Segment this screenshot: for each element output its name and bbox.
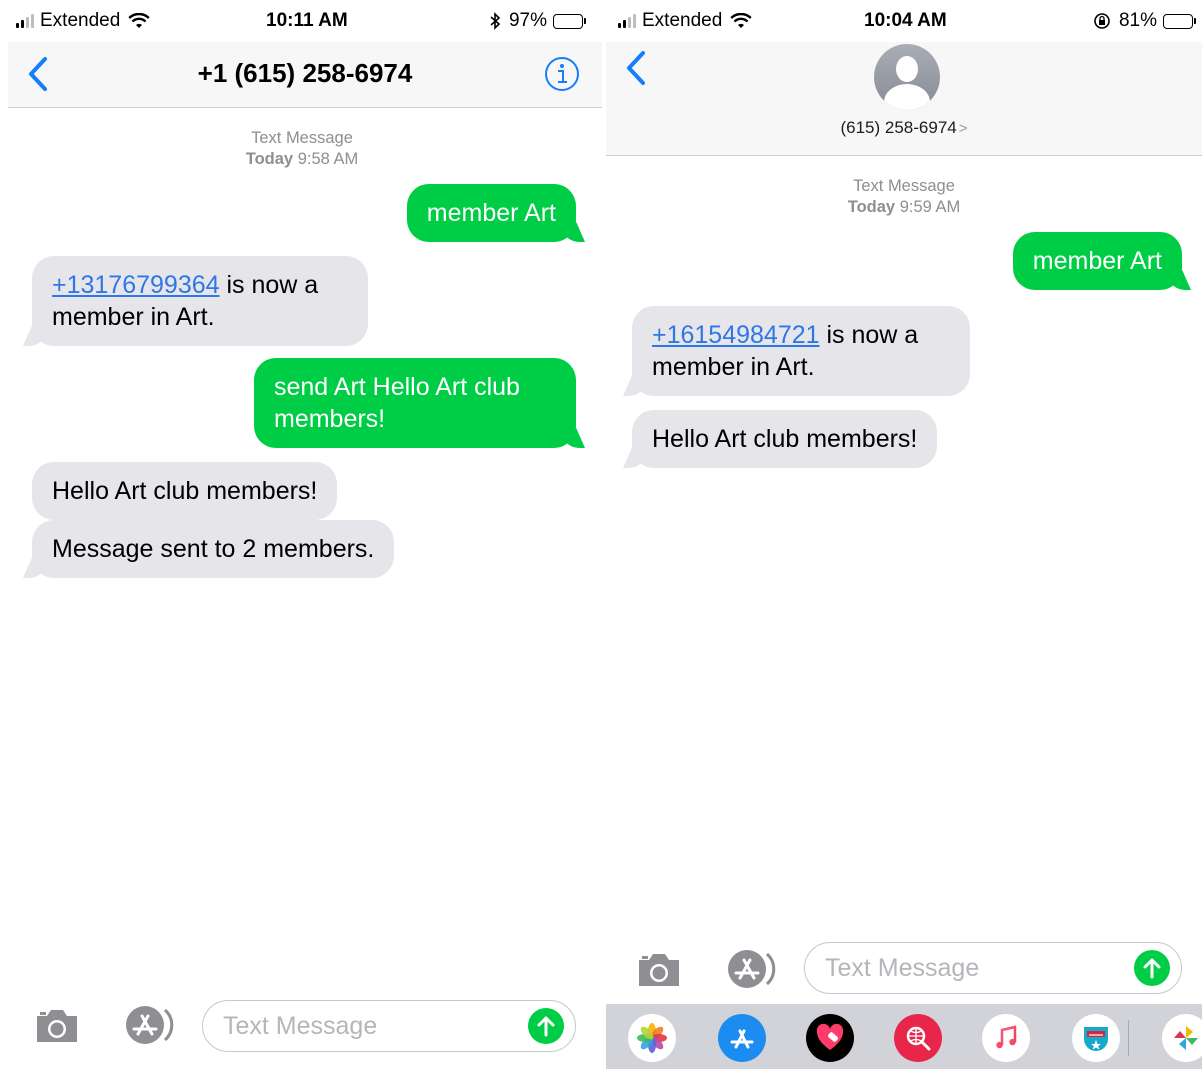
sent-message-bubble[interactable]: member Art: [406, 184, 576, 242]
info-icon[interactable]: [544, 56, 580, 92]
thread-timestamp: Text Message Today 9:58 AM: [0, 128, 604, 170]
timestamp-day: Today: [847, 198, 896, 216]
received-message-bubble[interactable]: Hello Art club members!: [632, 410, 938, 468]
sent-message-bubble[interactable]: member Art: [1012, 232, 1182, 290]
phone-number-link[interactable]: +16154984721: [652, 321, 820, 349]
send-button[interactable]: [528, 1008, 564, 1044]
web-search-icon[interactable]: [894, 1014, 942, 1062]
carrier-name: Extended: [642, 10, 723, 31]
status-time: 10:11 AM: [266, 10, 348, 31]
battery-percentage: 81%: [1118, 10, 1157, 31]
app-store-icon[interactable]: [720, 948, 778, 990]
orientation-lock-icon: [1094, 13, 1110, 29]
app-store-icon[interactable]: [718, 1014, 766, 1062]
message-composer: [0, 998, 604, 1058]
chevron-right-icon: >: [958, 120, 968, 137]
messages-screen-left: Extended 10:11 AM 97% +1 (615) 258-6974 …: [0, 0, 604, 1069]
contact-avatar[interactable]: [874, 44, 940, 110]
conversation-nav-bar: (615) 258-6974 >: [606, 42, 1202, 156]
camera-icon[interactable]: [636, 952, 682, 988]
send-button[interactable]: [1134, 950, 1170, 986]
digital-touch-icon[interactable]: [806, 1014, 854, 1062]
battery-percentage: 97%: [508, 10, 547, 31]
received-message-bubble[interactable]: +16154984721 is now a member in Art.: [632, 306, 970, 396]
timestamp-time: 9:59 AM: [899, 198, 961, 216]
message-input[interactable]: [202, 1000, 576, 1052]
cellular-signal-icon: [618, 14, 636, 28]
battery-icon: [1163, 13, 1196, 29]
contact-title: +1 (615) 258-6974: [197, 58, 413, 88]
wifi-icon: [730, 13, 752, 28]
arrow-up-icon: [1143, 958, 1161, 979]
status-bar: Extended 10:04 AM 81%: [606, 0, 1202, 42]
status-bar: Extended 10:11 AM 97%: [0, 0, 604, 42]
timestamp-time: 9:58 AM: [297, 150, 359, 168]
arrow-up-icon: [537, 1016, 555, 1037]
carrier-name: Extended: [40, 10, 121, 31]
message-type-label: Text Message: [853, 177, 955, 195]
timestamp-day: Today: [245, 150, 294, 168]
messages-screen-right: Extended 10:04 AM 81% (615) 258-6974 > Te…: [606, 0, 1202, 1069]
received-message-bubble[interactable]: Hello Art club members!: [32, 462, 338, 520]
message-type-label: Text Message: [251, 129, 353, 147]
back-chevron-icon[interactable]: [624, 50, 648, 86]
imessage-app-drawer: [606, 1004, 1202, 1069]
received-message-bubble[interactable]: +13176799364 is now a member in Art.: [32, 256, 368, 346]
app-store-icon[interactable]: [118, 1004, 176, 1046]
bluetooth-icon: [490, 12, 501, 30]
pinwheel-icon[interactable]: [1162, 1014, 1202, 1062]
photos-icon[interactable]: [628, 1014, 676, 1062]
music-icon[interactable]: [982, 1014, 1030, 1062]
message-composer: [606, 940, 1202, 1000]
battery-icon: [553, 13, 586, 29]
message-input[interactable]: [804, 942, 1182, 994]
contact-number-button[interactable]: (615) 258-6974 >: [606, 118, 1202, 138]
drawer-separator: [1128, 1020, 1129, 1056]
status-time: 10:04 AM: [864, 10, 947, 31]
wifi-icon: [128, 13, 150, 28]
cellular-signal-icon: [16, 14, 34, 28]
received-message-bubble[interactable]: Message sent to 2 members.: [32, 520, 395, 578]
sent-message-bubble[interactable]: send Art Hello Art club members!: [254, 358, 576, 448]
phone-number-link[interactable]: +13176799364: [52, 271, 220, 299]
thread-timestamp: Text Message Today 9:59 AM: [606, 176, 1202, 218]
camera-icon[interactable]: [34, 1008, 80, 1044]
espn-icon[interactable]: [1072, 1014, 1120, 1062]
conversation-nav-bar: +1 (615) 258-6974: [8, 42, 602, 108]
